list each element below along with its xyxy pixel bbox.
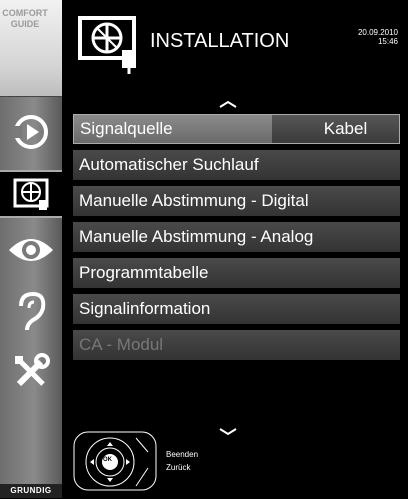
ok-button-label: OK <box>103 457 112 463</box>
menu-item-signalquelle[interactable]: Signalquelle Kabel <box>73 114 400 144</box>
chevron-up-icon[interactable] <box>218 96 238 114</box>
installation-menu: Signalquelle Kabel Automatischer Suchlau… <box>73 114 400 366</box>
tools-icon[interactable] <box>0 352 62 392</box>
page-title: INSTALLATION <box>150 30 290 52</box>
date-label: 20.09.2010 <box>357 28 398 37</box>
source-icon[interactable] <box>0 112 62 152</box>
menu-item-ca-modul: CA - Modul <box>73 330 400 360</box>
back-hint: Zurück <box>166 463 191 472</box>
ear-icon[interactable] <box>0 290 62 334</box>
menu-item-manuelle-abstimmung-analog[interactable]: Manuelle Abstimmung - Analog <box>73 222 400 252</box>
menu-item-signalinformation[interactable]: Signalinformation <box>73 294 400 324</box>
sidebar: COMFORT GUIDE GRUNDIG <box>0 0 62 498</box>
eye-icon[interactable] <box>0 232 62 268</box>
comfort-guide-box[interactable]: COMFORT GUIDE <box>0 0 62 97</box>
installation-header-icon <box>74 10 146 79</box>
installation-icon[interactable] <box>0 170 62 218</box>
brand-logo: GRUNDIG <box>0 484 62 498</box>
time-label: 15:46 <box>377 37 398 46</box>
menu-item-manuelle-abstimmung-digital[interactable]: Manuelle Abstimmung - Digital <box>73 186 400 216</box>
menu-item-automatischer-suchlauf[interactable]: Automatischer Suchlauf <box>73 150 400 180</box>
menu-item-label: Signalquelle <box>80 119 173 138</box>
comfort-guide-label: COMFORT GUIDE <box>2 8 48 29</box>
exit-hint: Beenden <box>166 450 199 459</box>
chevron-down-icon[interactable] <box>218 424 238 442</box>
remote-control-diagram: OK <box>70 428 160 499</box>
menu-item-value[interactable]: Kabel <box>272 115 399 143</box>
menu-item-programmtabelle[interactable]: Programmtabelle <box>73 258 400 288</box>
datetime: 20.09.2010 15:46 <box>358 28 398 46</box>
